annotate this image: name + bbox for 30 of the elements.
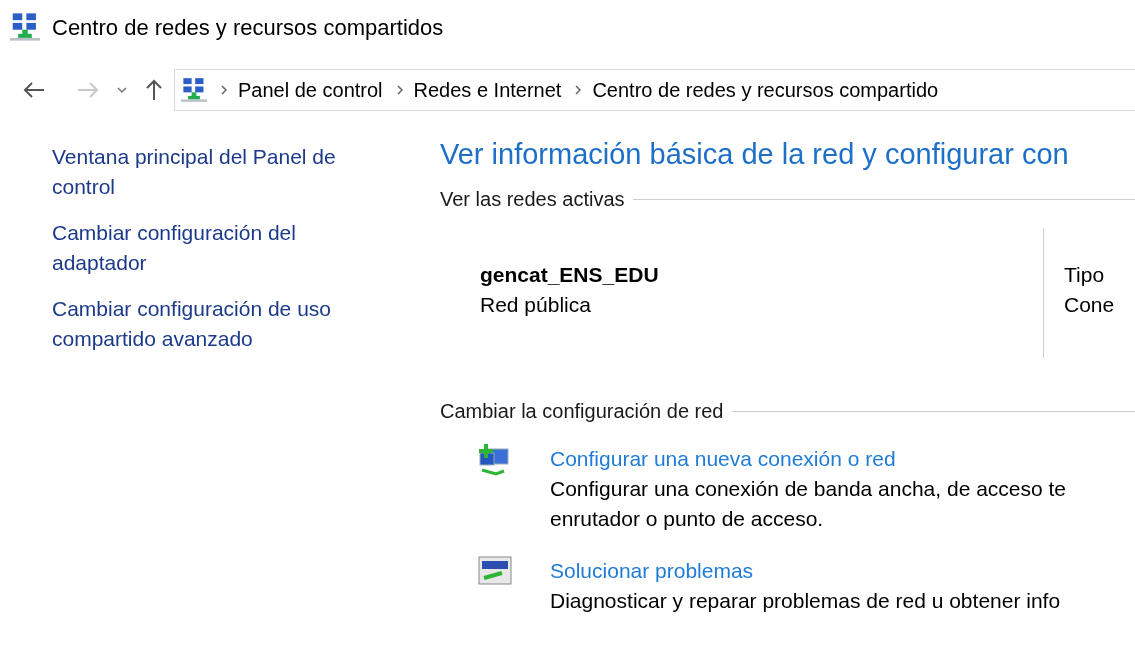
task-description: Diagnosticar y reparar problemas de red u obtener info xyxy=(550,588,1061,614)
network-type: Red pública xyxy=(480,292,592,318)
breadcrumb-item[interactable]: Panel de control xyxy=(238,75,383,105)
sidebar-link[interactable]: Cambiar configuración de uso compartido avanzado xyxy=(52,294,390,354)
chevron-down-icon xyxy=(117,86,127,94)
task-description: Configurar una conexión de banda ancha, de acceso te enrutador o punto de acceso. xyxy=(550,476,1067,532)
breadcrumb-item[interactable]: Centro de redes y recursos compartido xyxy=(592,75,939,105)
window-title: Centro de redes y recursos compartidos xyxy=(52,13,444,42)
network-plus-icon xyxy=(478,444,512,478)
network-icon xyxy=(10,12,40,42)
sidebar-link[interactable]: Ventana principal del Panel de control xyxy=(52,142,390,202)
chevron-right-icon xyxy=(396,85,404,95)
chevron-right-icon xyxy=(575,85,583,95)
sidebar-link[interactable]: Cambiar configuración del adaptador xyxy=(52,218,390,278)
section-title: Cambiar la configuración de red xyxy=(440,399,724,424)
left-arrow-icon xyxy=(23,81,45,99)
network-name: gencat_ENS_EDU xyxy=(480,262,660,288)
network-icon xyxy=(181,77,207,103)
page-heading: Ver información básica de la red y configurar con xyxy=(440,137,1070,172)
chevron-right-icon xyxy=(221,85,228,95)
address-bar[interactable]: Panel de control Redes e Internet Centro de redes y recursos compartido xyxy=(174,69,1135,111)
section-title: Ver las redes activas xyxy=(440,187,625,212)
monitor-icon xyxy=(478,556,512,586)
up-arrow-icon xyxy=(145,79,163,101)
right-arrow-icon xyxy=(77,81,99,99)
network-detail: Cone xyxy=(1064,292,1115,318)
task-link[interactable]: Configurar una nueva conexión o red xyxy=(550,444,1067,474)
breadcrumb-item[interactable]: Redes e Internet xyxy=(413,75,562,105)
network-detail: Tipo xyxy=(1064,262,1106,288)
task-link[interactable]: Solucionar problemas xyxy=(550,556,1061,586)
